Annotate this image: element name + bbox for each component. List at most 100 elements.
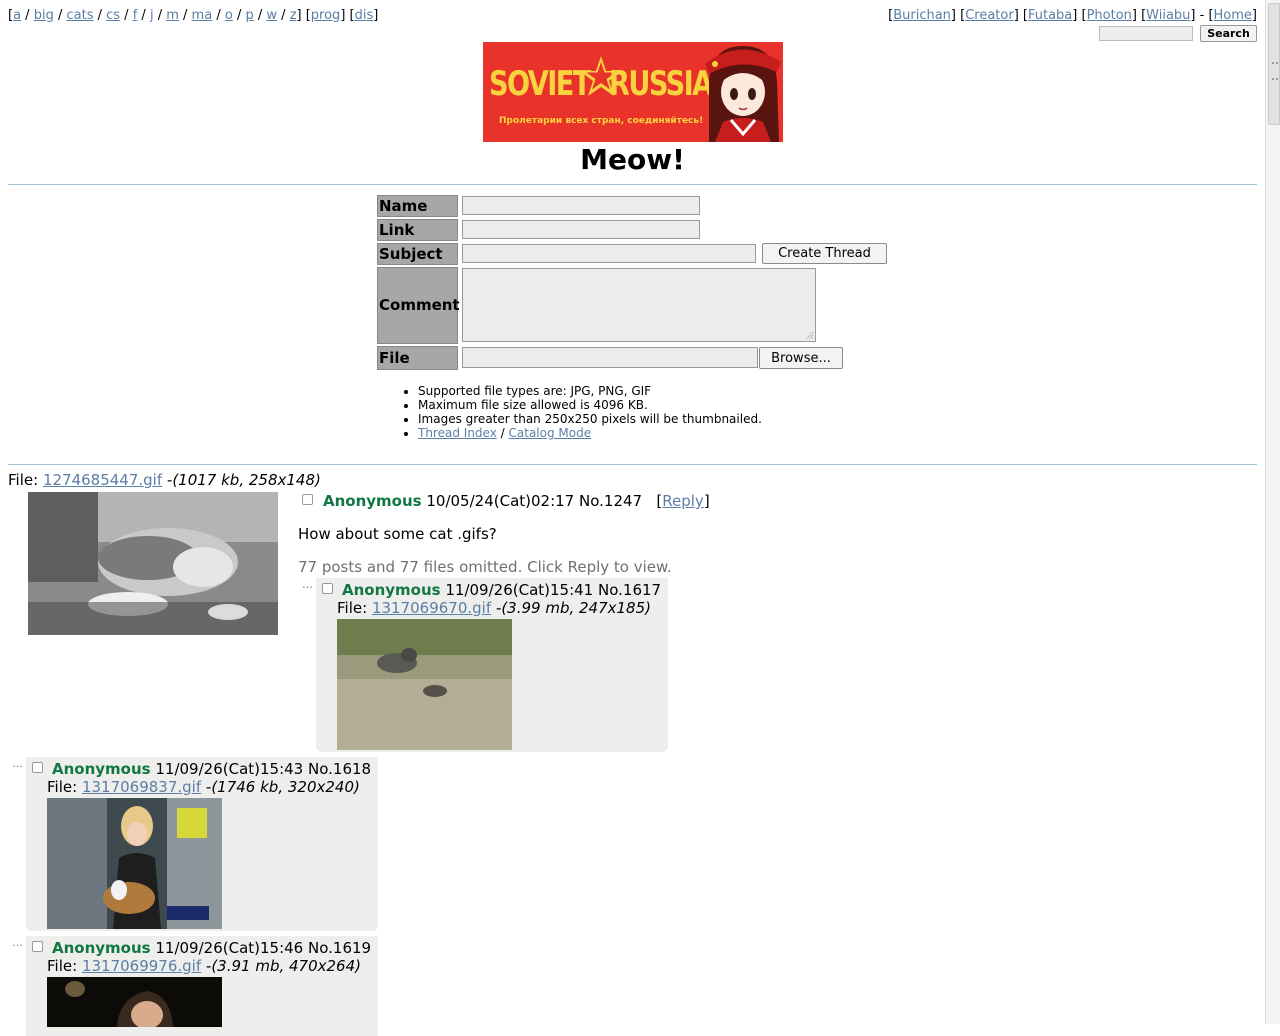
reply-indent-marker: …	[302, 578, 313, 591]
file-label: File:	[47, 957, 78, 975]
op-file-info: File: 1274685447.gif -(1017 kb, 258x148)	[8, 471, 321, 489]
reply-post: Anonymous 11/09/26(Cat)15:41 No.1617 Fil…	[316, 578, 668, 752]
op-file-link[interactable]: 1274685447.gif	[43, 471, 162, 489]
anime-girl-mascot-icon	[705, 46, 781, 142]
reply-header: Anonymous 11/09/26(Cat)15:41 No.1617	[342, 581, 661, 599]
board-link-ma[interactable]: ma	[192, 8, 213, 23]
search-button[interactable]: Search	[1200, 25, 1257, 42]
link-field[interactable]	[462, 220, 700, 239]
reply-post: Anonymous 11/09/26(Cat)15:46 No.1619 Fil…	[26, 936, 378, 1036]
create-thread-button[interactable]: Create Thread	[762, 243, 887, 264]
reply-post-number[interactable]: No.1617	[598, 581, 661, 599]
link-label: Link	[377, 219, 458, 241]
reply-link[interactable]: Reply	[662, 492, 704, 510]
reply-file-link[interactable]: 1317069976.gif	[82, 957, 201, 975]
reply-file-info: File: 1317069670.gif -(3.99 mb, 247x185)	[337, 599, 651, 617]
reply-thumbnail-image[interactable]	[337, 619, 512, 750]
home-link[interactable]: Home	[1214, 8, 1252, 23]
file-label: File:	[337, 599, 368, 617]
reply-header: Anonymous 11/09/26(Cat)15:46 No.1619	[52, 939, 371, 957]
reply-thumbnail-image[interactable]	[47, 977, 222, 1027]
file-label: File:	[47, 778, 78, 796]
op-comment: How about some cat .gifs?	[298, 525, 497, 543]
style-link-creator[interactable]: Creator	[965, 8, 1014, 23]
style-link-wiiabu[interactable]: Wiiabu	[1146, 8, 1190, 23]
op-file-details: -(1017 kb, 258x148)	[166, 471, 321, 489]
scrollbar-grip	[1272, 62, 1278, 80]
op-poster-name: Anonymous	[323, 492, 422, 510]
resize-handle-icon[interactable]	[805, 331, 814, 340]
form-divider	[8, 464, 1257, 465]
board-link-o[interactable]: o	[225, 8, 233, 23]
comment-textarea[interactable]	[462, 268, 816, 342]
banner-word-right: RUSSIA	[609, 64, 713, 104]
reply-date: 11/09/26(Cat)15:41	[445, 581, 594, 599]
scrollbar-thumb[interactable]	[1268, 3, 1280, 125]
rule-links: Thread Index / Catalog Mode	[418, 426, 762, 440]
reply-header: Anonymous 11/09/26(Cat)15:43 No.1618	[52, 760, 371, 778]
top-divider	[8, 184, 1257, 185]
board-link-big[interactable]: big	[34, 8, 54, 23]
file-label: File:	[8, 471, 39, 489]
op-thumbnail-image[interactable]	[28, 492, 278, 635]
reply-poster-name: Anonymous	[52, 760, 151, 778]
style-link-photon[interactable]: Photon	[1087, 8, 1132, 23]
board-link-p[interactable]: p	[245, 8, 253, 23]
op-post-number[interactable]: No.1247	[579, 492, 642, 510]
reply-post-number[interactable]: No.1619	[308, 939, 371, 957]
board-link-m[interactable]: m	[166, 8, 179, 23]
subject-label: Subject	[377, 243, 458, 265]
board-link-z[interactable]: z	[290, 8, 297, 23]
reply-file-details: -(3.91 mb, 470x264)	[205, 957, 361, 975]
reply-post-number[interactable]: No.1618	[308, 760, 371, 778]
reply-file-link[interactable]: 1317069670.gif	[372, 599, 491, 617]
subject-field[interactable]	[462, 244, 756, 263]
board-link-cats[interactable]: cats	[66, 8, 93, 23]
reply-date: 11/09/26(Cat)15:46	[155, 939, 304, 957]
omitted-notice: 77 posts and 77 files omitted. Click Rep…	[298, 558, 672, 576]
rule-thumbnail: Images greater than 250x250 pixels will …	[418, 412, 762, 426]
reply-file-details: -(3.99 mb, 247x185)	[495, 599, 651, 617]
reply-thumbnail-image[interactable]	[47, 798, 222, 929]
banner-motto: Пролетарии всех стран, соединяйтесь!	[499, 116, 704, 126]
rule-file-types: Supported file types are: JPG, PNG, GIF	[418, 384, 762, 398]
catalog-mode-link[interactable]: Catalog Mode	[509, 426, 592, 440]
reply-date: 11/09/26(Cat)15:43	[155, 760, 304, 778]
reply-file-link[interactable]: 1317069837.gif	[82, 778, 201, 796]
thread-index-link[interactable]: Thread Index	[418, 426, 497, 440]
link-separator: /	[500, 426, 505, 440]
board-link-dis[interactable]: dis	[355, 8, 374, 23]
board-link-prog[interactable]: prog	[311, 8, 341, 23]
file-label: File	[377, 346, 458, 370]
reply-file-info: File: 1317069837.gif -(1746 kb, 320x240)	[47, 778, 360, 796]
rule-max-size: Maximum file size allowed is 4096 KB.	[418, 398, 762, 412]
browse-button[interactable]: Browse...	[759, 347, 843, 369]
comment-label: Comment	[377, 267, 460, 344]
board-link-a[interactable]: a	[13, 8, 21, 23]
op-delete-checkbox[interactable]	[302, 494, 313, 505]
reply-delete-checkbox[interactable]	[32, 762, 43, 773]
reply-indent-marker: …	[12, 757, 23, 770]
board-link-cs[interactable]: cs	[106, 8, 120, 23]
reply-post: Anonymous 11/09/26(Cat)15:43 No.1618 Fil…	[26, 757, 378, 931]
board-link-j[interactable]: j	[150, 8, 154, 23]
file-path-field[interactable]	[462, 347, 758, 368]
style-link-burichan[interactable]: Burichan	[893, 8, 951, 23]
board-banner: SOVIET RUSSIA Пролетарии всех стран, сое…	[483, 42, 783, 142]
style-navigation: [Burichan] [Creator] [Futaba] [Photon] […	[888, 8, 1257, 23]
page-scrollbar[interactable]	[1265, 0, 1280, 1024]
style-link-futaba[interactable]: Futaba	[1028, 8, 1072, 23]
reply-delete-checkbox[interactable]	[322, 583, 333, 594]
op-header: Anonymous 10/05/24(Cat)02:17 No.1247 [Re…	[323, 492, 710, 510]
reply-file-info: File: 1317069976.gif -(3.91 mb, 470x264)	[47, 957, 361, 975]
reply-bracket-close: ]	[703, 492, 710, 510]
board-navigation: [a / big / cats / cs / f / j / m / ma / …	[8, 8, 379, 23]
name-field[interactable]	[462, 196, 700, 215]
board-link-w[interactable]: w	[266, 8, 277, 23]
op-date: 10/05/24(Cat)02:17	[426, 492, 575, 510]
search-input[interactable]	[1099, 26, 1193, 41]
reply-indent-marker: …	[12, 936, 23, 949]
reply-delete-checkbox[interactable]	[32, 941, 43, 952]
board-link-f[interactable]: f	[133, 8, 138, 23]
name-label: Name	[377, 195, 458, 217]
